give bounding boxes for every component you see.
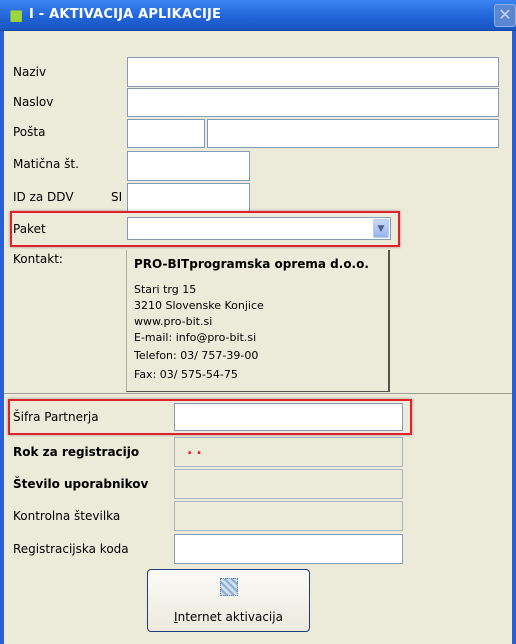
maticna-label: Matična št.	[13, 157, 79, 171]
sifra-input[interactable]	[174, 403, 403, 431]
rok-value: ..	[187, 442, 206, 458]
rok-field: ..	[174, 437, 403, 467]
id-ddv-input[interactable]	[127, 183, 250, 213]
kontrolna-field	[174, 501, 403, 531]
naslov-input[interactable]	[127, 88, 499, 117]
contact-company: PRO-BITprogramska oprema d.o.o.	[134, 257, 369, 271]
internet-activation-icon	[220, 578, 238, 596]
stevilo-label: Število uporabnikov	[13, 477, 149, 491]
contact-line: Stari trg 15	[134, 283, 197, 296]
dialog-body: Naziv Naslov Pošta Matična št. ID za DDV…	[4, 31, 512, 644]
chevron-down-icon[interactable]: ▼	[373, 219, 389, 238]
title-bar: ■ I - AKTIVACIJA APLIKACIJE ✕	[0, 0, 516, 31]
internet-activation-button[interactable]: Internet aktivacija	[147, 569, 310, 632]
stevilo-field	[174, 469, 403, 499]
posta-code-input[interactable]	[127, 119, 205, 148]
naslov-label: Naslov	[13, 95, 54, 109]
si-prefix-label: SI	[111, 190, 123, 204]
paket-select[interactable]: ▼	[127, 217, 391, 240]
paket-label: Paket	[13, 222, 46, 236]
rok-label: Rok za registracijo	[13, 445, 140, 459]
maticna-input[interactable]	[127, 151, 250, 181]
naziv-input[interactable]	[127, 57, 499, 87]
contact-line: Telefon: 03/ 757-39-00	[134, 349, 259, 362]
close-icon: ✕	[498, 5, 512, 24]
regkoda-input[interactable]	[174, 534, 403, 564]
id-ddv-label: ID za DDV	[13, 190, 74, 204]
contact-line: www.pro-bit.si	[134, 315, 213, 328]
sifra-label: Šifra Partnerja	[13, 410, 99, 424]
contact-line: 3210 Slovenske Konjice	[134, 299, 264, 312]
regkoda-label: Registracijska koda	[13, 542, 129, 556]
contact-panel: PRO-BITprogramska oprema d.o.o. Stari tr…	[126, 250, 390, 392]
internet-activation-label: Internet aktivacija	[174, 610, 283, 624]
naziv-label: Naziv	[13, 65, 47, 79]
kontakt-label: Kontakt:	[13, 252, 63, 266]
window-title: I - AKTIVACIJA APLIKACIJE	[29, 7, 222, 22]
posta-label: Pošta	[13, 125, 46, 139]
contact-line: E-mail: info@pro-bit.si	[134, 331, 257, 344]
app-icon: ■	[9, 6, 24, 24]
close-button[interactable]: ✕	[494, 4, 516, 27]
divider	[4, 393, 512, 394]
posta-city-input[interactable]	[207, 119, 499, 148]
kontrolna-label: Kontrolna številka	[13, 509, 121, 523]
contact-line: Fax: 03/ 575-54-75	[134, 368, 238, 381]
